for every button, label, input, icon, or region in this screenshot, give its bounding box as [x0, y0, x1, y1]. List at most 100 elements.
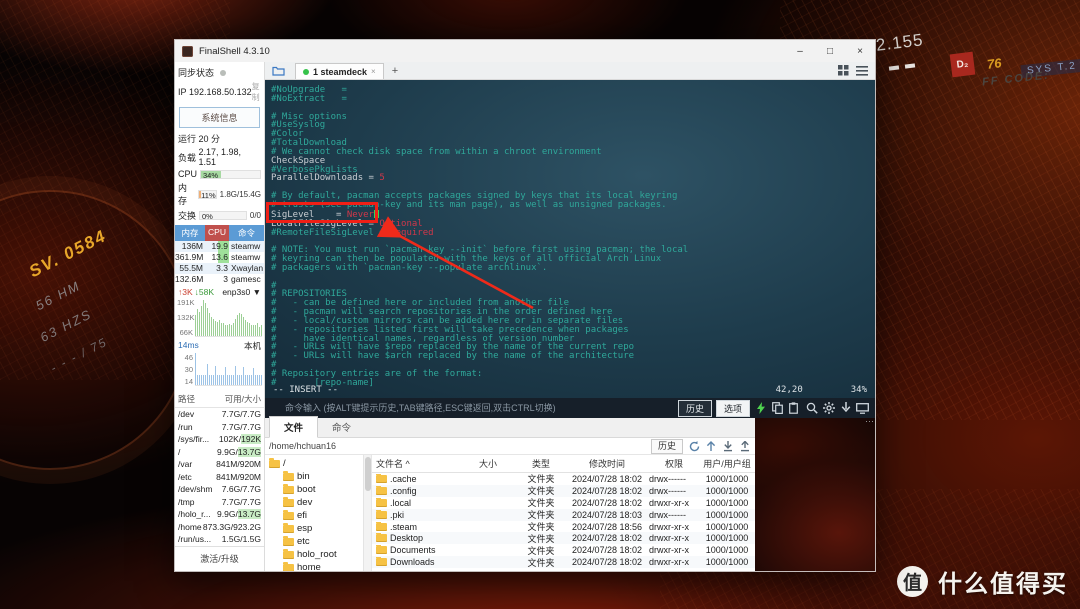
file-col-header[interactable]: 类型	[515, 457, 567, 470]
tab-close-icon[interactable]: ×	[371, 67, 376, 76]
process-row[interactable]: 136M19.9steamw	[175, 241, 264, 252]
tree-item-home[interactable]: home	[265, 561, 363, 571]
tree-item-boot[interactable]: boot	[265, 483, 363, 496]
terminal-line: CheckSpace	[271, 157, 875, 166]
file-list-rows[interactable]: .cache文件夹2024/07/28 18:02drwx------1000/…	[372, 473, 755, 568]
tree-item-etc[interactable]: etc	[265, 535, 363, 548]
download-file-icon[interactable]	[722, 440, 734, 452]
process-table[interactable]: 136M19.9steamw361.9M13.6steamw55.5M3.3Xw…	[175, 241, 264, 285]
search-icon[interactable]	[805, 402, 818, 415]
file-row[interactable]: .steam文件夹2024/07/28 18:56drwxr-xr-x1000/…	[372, 521, 755, 533]
up-directory-icon[interactable]	[705, 440, 717, 452]
tree-item-dev[interactable]: dev	[265, 496, 363, 509]
file-row[interactable]: .pki文件夹2024/07/28 18:03drwx------1000/10…	[372, 509, 755, 521]
current-path[interactable]: /home/hchuan16	[269, 441, 646, 451]
file-col-header[interactable]: 大小	[467, 457, 515, 470]
copy-ip-button[interactable]: 复制	[252, 81, 261, 103]
disk-row[interactable]: /dev/shm7.6G/7.7G	[175, 483, 264, 496]
disk-row[interactable]: /sys/fir...102K/192K	[175, 433, 264, 446]
file-list-header[interactable]: 文件名 ^大小类型修改时间权限用户/用户组	[372, 455, 755, 473]
refresh-icon[interactable]	[688, 440, 700, 452]
terminal-output: #NoUpgrade =#NoExtract = # Misc options#…	[265, 80, 875, 388]
file-row[interactable]: Desktop文件夹2024/07/28 18:02drwxr-xr-x1000…	[372, 532, 755, 544]
tree-item-efi[interactable]: efi	[265, 509, 363, 522]
upload-rate: ↑3K	[178, 287, 193, 297]
tab-files[interactable]: 文件	[269, 416, 318, 438]
disk-row[interactable]: /home873.3G/923.2G	[175, 521, 264, 534]
disk-table[interactable]: /dev7.7G/7.7G/run7.7G/7.7G/sys/fir...102…	[175, 408, 264, 546]
connection-manager-button[interactable]	[265, 62, 291, 79]
disk-row[interactable]: /holo_r...9.9G/13.7G	[175, 508, 264, 521]
disk-row[interactable]: /dev7.7G/7.7G	[175, 408, 264, 421]
process-col-command[interactable]: 命令	[229, 225, 264, 241]
tree-scrollbar[interactable]	[363, 455, 371, 571]
process-row[interactable]: 132.6M3gamesc	[175, 274, 264, 285]
terminal-line: # We cannot check disk space from within…	[271, 148, 875, 157]
new-tab-button[interactable]: +	[384, 65, 406, 77]
connected-dot-icon	[303, 69, 309, 75]
disk-row[interactable]: /9.9G/13.7G	[175, 446, 264, 459]
process-table-header[interactable]: 内存 CPU 命令	[175, 225, 264, 241]
disk-row[interactable]: /var841M/920M	[175, 458, 264, 471]
tree-scrollbar-thumb[interactable]	[365, 457, 371, 491]
file-row[interactable]: .config文件夹2024/07/28 18:02drwx------1000…	[372, 485, 755, 497]
menu-icon[interactable]	[856, 66, 868, 76]
disk-col-avail[interactable]: 可用/大小	[225, 393, 261, 405]
swap-label: 交换	[178, 209, 196, 222]
tree-item-root[interactable]: /	[265, 457, 363, 470]
path-history-button[interactable]: 历史	[651, 439, 683, 454]
directory-tree[interactable]: /binbootdevefiespetcholo_roothome	[265, 455, 363, 571]
minimize-button[interactable]: –	[785, 40, 815, 62]
close-button[interactable]: ×	[845, 40, 875, 62]
disk-row[interactable]: /run/us...1.5G/1.5G	[175, 533, 264, 546]
upload-file-icon[interactable]	[739, 440, 751, 452]
disk-table-header[interactable]: 路径 可用/大小	[175, 390, 264, 408]
file-col-header[interactable]: 用户/用户组	[699, 457, 755, 470]
tree-item-esp[interactable]: esp	[265, 522, 363, 535]
grid-view-icon[interactable]	[838, 65, 849, 76]
paste-icon[interactable]	[788, 402, 801, 415]
vim-cursor-position: 42,20	[776, 385, 803, 395]
process-row[interactable]: 55.5M3.3Xwaylan	[175, 263, 264, 274]
process-row[interactable]: 361.9M13.6steamw	[175, 252, 264, 263]
file-col-header[interactable]: 权限	[647, 457, 699, 470]
tree-item-holo_root[interactable]: holo_root	[265, 548, 363, 561]
file-col-header[interactable]: 修改时间	[567, 457, 647, 470]
smzdm-watermark: 值 什么值得买	[897, 564, 1068, 599]
ping-host: 本机	[244, 340, 261, 352]
copy-icon[interactable]	[771, 402, 784, 415]
activate-upgrade-button[interactable]: 激活/升级	[175, 546, 264, 571]
cpu-meter: 34%	[200, 170, 261, 179]
tab-steamdeck[interactable]: 1 steamdeck ×	[295, 63, 384, 79]
splitter-handle[interactable]: ⋯	[865, 416, 875, 427]
interface-selector[interactable]: enp3s0 ▼	[222, 287, 261, 297]
disk-col-path[interactable]: 路径	[178, 393, 195, 405]
history-button[interactable]: 历史	[678, 400, 712, 417]
network-graph-ylabels: 191K132K66K	[177, 298, 195, 337]
file-col-header[interactable]: 文件名 ^	[372, 457, 467, 470]
tab-commands[interactable]: 命令	[318, 417, 365, 437]
file-row[interactable]: Documents文件夹2024/07/28 18:02drwxr-xr-x10…	[372, 544, 755, 556]
process-col-cpu[interactable]: CPU	[205, 225, 229, 241]
terminal-view[interactable]: #NoUpgrade =#NoExtract = # Misc options#…	[265, 80, 875, 398]
file-row[interactable]: .local文件夹2024/07/28 18:02drwxr-xr-x1000/…	[372, 497, 755, 509]
gear-icon[interactable]	[822, 402, 835, 415]
disk-row[interactable]: /etc841M/920M	[175, 471, 264, 484]
options-button[interactable]: 选项	[716, 400, 750, 417]
file-row[interactable]: Downloads文件夹2024/07/28 18:02drwxr-xr-x10…	[372, 556, 755, 568]
tree-item-bin[interactable]: bin	[265, 470, 363, 483]
download-icon[interactable]	[839, 402, 852, 415]
run-script-icon[interactable]	[754, 402, 767, 415]
disk-row[interactable]: /tmp7.7G/7.7G	[175, 496, 264, 509]
maximize-button[interactable]: □	[815, 40, 845, 62]
process-col-memory[interactable]: 内存	[175, 225, 205, 241]
system-info-button[interactable]: 系统信息	[179, 107, 260, 128]
file-list: 文件名 ^大小类型修改时间权限用户/用户组 .cache文件夹2024/07/2…	[371, 455, 755, 571]
title-bar[interactable]: FinalShell 4.3.10 – □ ×	[175, 40, 875, 62]
command-input[interactable]	[271, 403, 674, 413]
monitor-icon[interactable]	[856, 402, 869, 415]
disk-row[interactable]: /run7.7G/7.7G	[175, 421, 264, 434]
network-summary[interactable]: ↑3K ↓58K enp3s0 ▼	[175, 285, 264, 297]
file-row[interactable]: .cache文件夹2024/07/28 18:02drwx------1000/…	[372, 473, 755, 485]
folder-icon	[272, 65, 285, 76]
